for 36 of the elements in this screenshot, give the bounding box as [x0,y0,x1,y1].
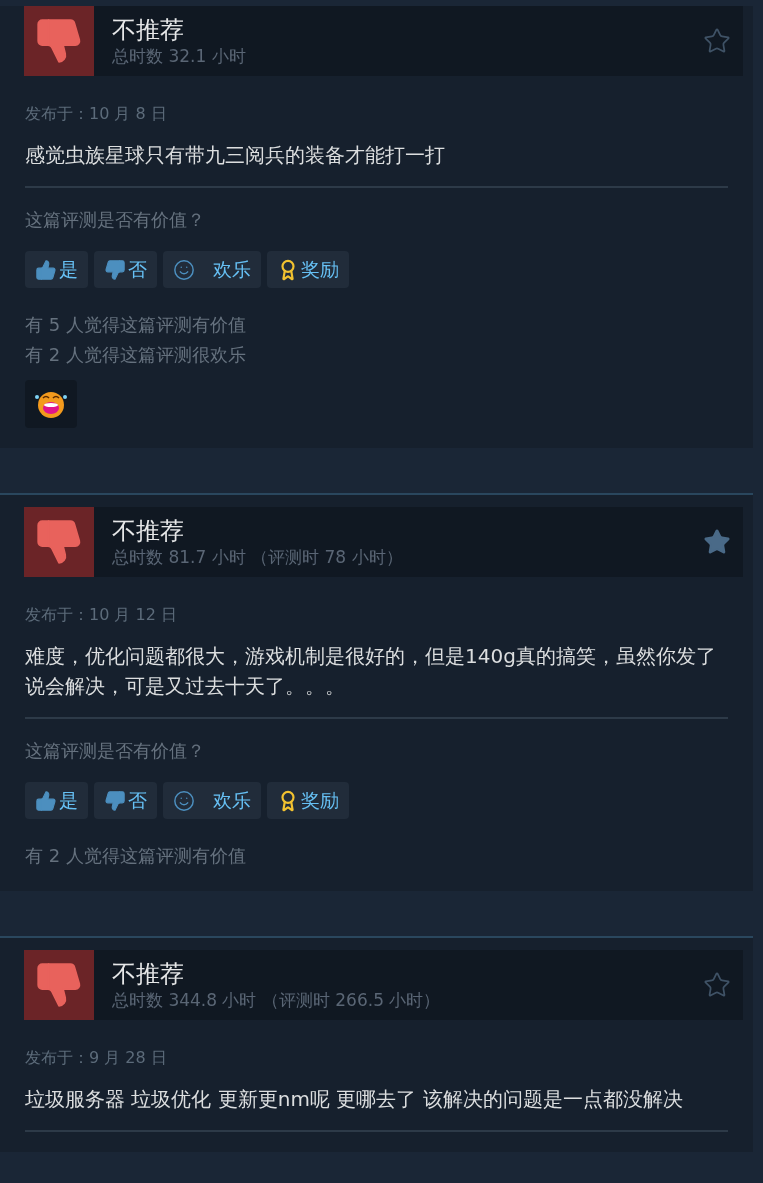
verdict-title: 不推荐 [112,15,185,45]
verdict-title: 不推荐 [112,959,185,989]
post-date: 发布于：10 月 12 日 [25,604,178,626]
reaction-badge[interactable] [25,380,77,428]
vote-button[interactable]: 欢乐 [163,782,261,819]
vote-button[interactable]: 奖励 [267,251,349,288]
verdict-title: 不推荐 [112,516,185,546]
vote-count-text: 有 2 人觉得这篇评测有价值 [25,844,247,868]
playtime-text: 总时数 344.8 小时 （评测时 266.5 小时） [112,989,442,1011]
vote-button[interactable]: 奖励 [267,782,349,819]
vote-button[interactable]: 是 [25,782,88,819]
star-icon[interactable] [703,528,731,556]
smiley-icon [173,258,195,281]
review-text: 感觉虫族星球只有带九三阅兵的装备才能打一打 [25,142,446,169]
vote-button[interactable]: 否 [94,251,157,288]
vote-button[interactable]: 欢乐 [163,251,261,288]
vote-button[interactable]: 否 [94,782,157,819]
helpful-question: 这篇评测是否有价值？ [25,739,206,763]
playtime-text: 总时数 32.1 小时 [112,45,247,67]
post-date: 发布于：9 月 28 日 [25,1047,168,1069]
review-text: 垃圾服务器 垃圾优化 更新更nm呢 更哪去了 该解决的问题是一点都没解决 [25,1086,684,1113]
thumbs-down-icon [104,258,126,281]
thumbs-up-icon [35,258,57,281]
star-icon[interactable] [703,971,731,999]
vote-count-text: 有 5 人觉得这篇评测有价值 [25,313,247,337]
thumbs-down-icon [104,789,126,812]
laughing-face-icon [34,389,68,419]
post-date: 发布于：10 月 8 日 [25,103,168,125]
smiley-icon [173,789,195,812]
helpful-question: 这篇评测是否有价值？ [25,208,206,232]
playtime-text: 总时数 81.7 小时 （评测时 78 小时） [112,546,404,568]
review-text: 难度，优化问题都很大，游戏机制是很好的，但是140g真的搞笑，虽然你发了说会解决，可是又过去十天了。。。 [25,643,717,700]
thumbs-up-icon [35,789,57,812]
vote-button[interactable]: 是 [25,251,88,288]
star-icon[interactable] [703,27,731,55]
vote-count-text: 有 2 人觉得这篇评测很欢乐 [25,343,247,367]
